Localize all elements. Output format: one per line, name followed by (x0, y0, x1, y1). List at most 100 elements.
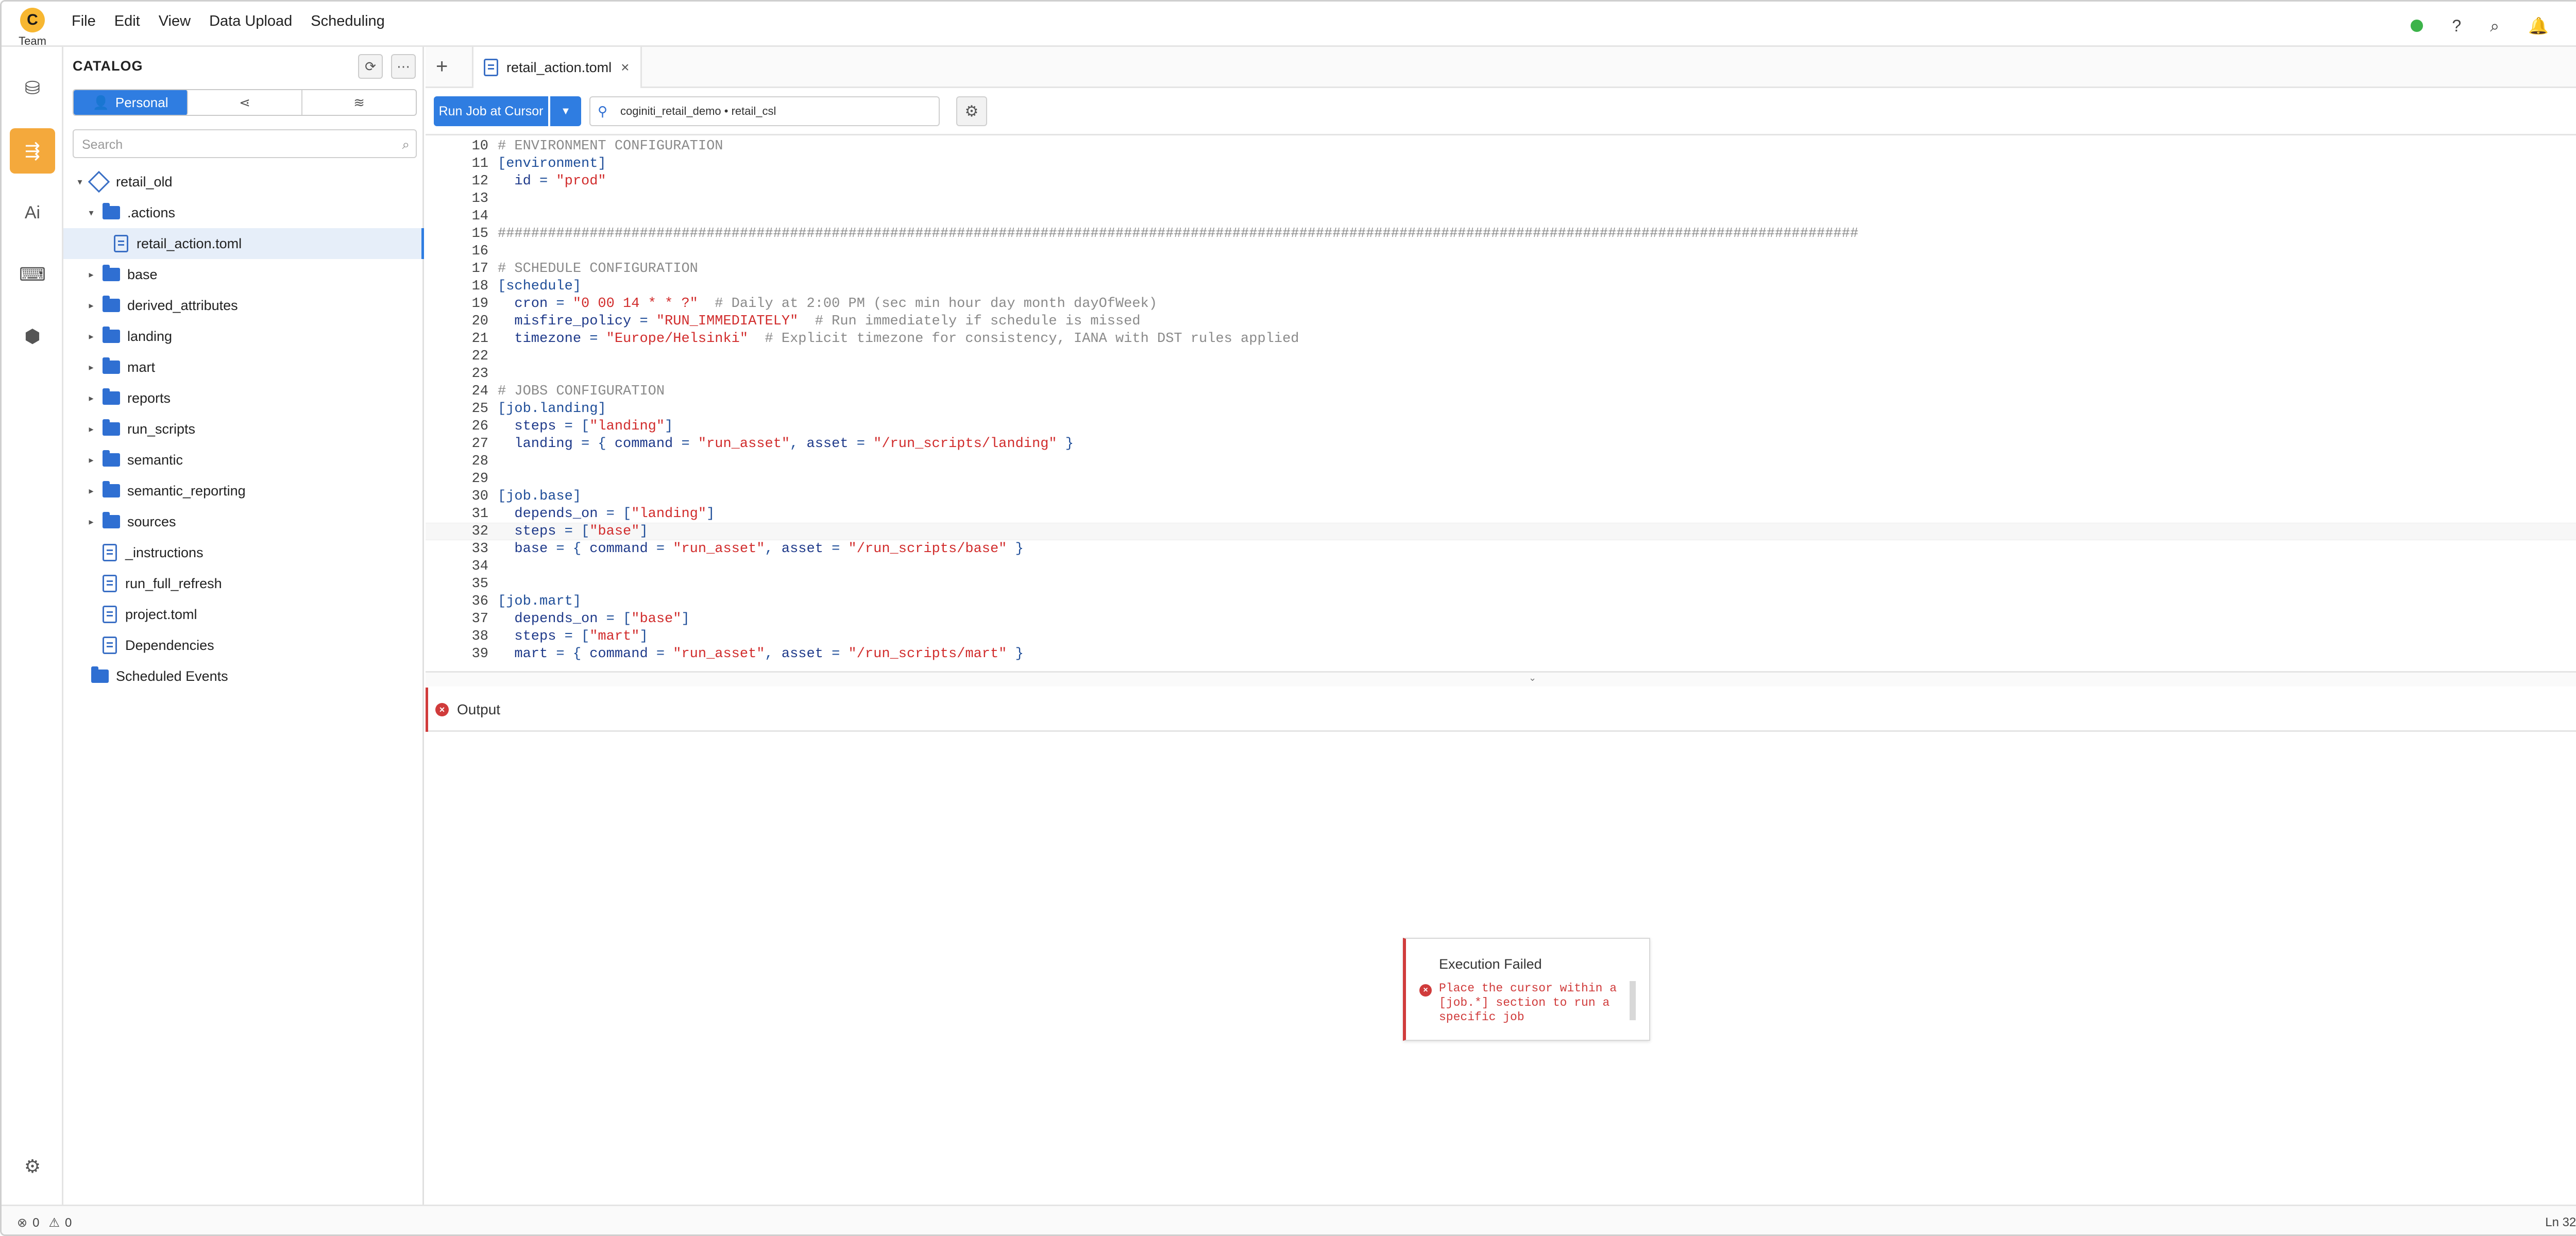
tree-item[interactable]: ▸ derived_attributes (63, 290, 424, 321)
editor-toolbar: Run Job at Cursor ▼ ⚲ coginiti_retail_de… (426, 88, 2576, 135)
chevron-down-icon[interactable]: ▾ (74, 177, 86, 187)
more-icon[interactable]: ⋯ (391, 54, 416, 79)
tree-item[interactable]: ▸ reports (63, 383, 424, 414)
shared-tab[interactable]: ⋖ (188, 90, 302, 115)
error-scrollbar[interactable] (1630, 981, 1636, 1020)
file-icon (114, 235, 128, 252)
catalog-icon[interactable]: ⇶ (10, 128, 55, 174)
chevron-right-icon[interactable]: ▸ (85, 455, 97, 466)
tree-item[interactable]: ▸ mart (63, 352, 424, 383)
line-number: 29 (471, 471, 488, 487)
code-line[interactable]: 10 # ENVIRONMENT CONFIGURATION (426, 138, 2576, 155)
tree-item[interactable]: Dependencies (63, 630, 424, 661)
tree-item-label: retail_action.toml (137, 235, 242, 251)
code-line[interactable]: 25 [job.landing] (426, 400, 2576, 418)
chevron-right-icon[interactable]: ▸ (85, 393, 97, 404)
package-icon[interactable]: ⬢ (10, 314, 55, 359)
code-line[interactable]: 17 # SCHEDULE CONFIGURATION (426, 260, 2576, 278)
code-editor[interactable]: 10 # ENVIRONMENT CONFIGURATION 11 [environm… (426, 138, 2576, 671)
catalog-search-input[interactable]: Search ⌕ (73, 129, 417, 158)
tree-item[interactable]: ▸ semantic_reporting (63, 475, 424, 506)
new-tab-icon[interactable]: + (436, 55, 448, 78)
code-line[interactable]: 29 (426, 470, 2576, 488)
code-text: # SCHEDULE CONFIGURATION (498, 261, 698, 277)
tree-item-label: run_scripts (127, 421, 196, 437)
code-icon[interactable]: ⌨ (10, 252, 55, 297)
chevron-right-icon[interactable]: ▸ (85, 269, 97, 280)
chevron-right-icon[interactable]: ▸ (85, 300, 97, 311)
tree-item[interactable]: project.toml (63, 599, 424, 630)
code-line[interactable]: 21 timezone = "Europe/Helsinki" # Explic… (426, 330, 2576, 348)
code-line[interactable]: 24 # JOBS CONFIGURATION (426, 383, 2576, 400)
menu-scheduling[interactable]: Scheduling (311, 13, 385, 30)
tree-item[interactable]: _instructions (63, 537, 424, 568)
code-line[interactable]: 37 depends_on = ["base"] (426, 610, 2576, 628)
code-line[interactable]: 38 steps = ["mart"] (426, 628, 2576, 645)
code-line[interactable]: 12 id = "prod" (426, 173, 2576, 190)
tree-item[interactable]: ▾ retail_old (63, 166, 424, 197)
code-line[interactable]: 22 (426, 348, 2576, 365)
menu-edit[interactable]: Edit (114, 13, 140, 30)
chevron-right-icon[interactable]: ▸ (85, 362, 97, 373)
tree-item[interactable]: ▸ run_scripts (63, 414, 424, 444)
tree-item[interactable]: retail_action.toml (63, 228, 424, 259)
settings-icon[interactable]: ⚙ (10, 1144, 55, 1189)
code-line[interactable]: 31 depends_on = ["landing"] (426, 505, 2576, 523)
code-line[interactable]: 27 landing = { command = "run_asset", as… (426, 435, 2576, 453)
chevron-right-icon[interactable]: ▸ (85, 517, 97, 527)
layers-tab[interactable]: ≋ (302, 90, 416, 115)
output-tab[interactable]: × Output (426, 688, 508, 732)
code-line[interactable]: 32 steps = ["base"] (426, 523, 2576, 540)
tree-item[interactable]: ▸ base (63, 259, 424, 290)
chevron-right-icon[interactable]: ▸ (85, 331, 97, 342)
code-line[interactable]: 30 [job.base] (426, 488, 2576, 505)
code-line[interactable]: 28 (426, 453, 2576, 470)
code-line[interactable]: 20 misfire_policy = "RUN_IMMEDIATELY" # … (426, 313, 2576, 330)
connection-selector[interactable]: ⚲ coginiti_retail_demo • retail_csl (589, 96, 940, 126)
tree-item[interactable]: Scheduled Events (63, 661, 424, 692)
ai-icon[interactable]: Ai (10, 190, 55, 235)
code-line[interactable]: 33 base = { command = "run_asset", asset… (426, 540, 2576, 558)
menu-view[interactable]: View (159, 13, 191, 30)
tree-item[interactable]: ▸ sources (63, 506, 424, 537)
code-line[interactable]: 36 [job.mart] (426, 593, 2576, 610)
chevron-right-icon[interactable]: ▸ (85, 424, 97, 435)
menu-file[interactable]: File (72, 13, 96, 30)
personal-tab[interactable]: 👤 Personal (74, 90, 188, 115)
tree-item[interactable]: ▸ semantic (63, 444, 424, 475)
help-icon[interactable]: ? (2452, 18, 2461, 34)
close-icon[interactable]: × (621, 59, 629, 76)
panel-resize-handle[interactable]: ⌄ (426, 671, 2576, 686)
code-line[interactable]: 11 [environment] (426, 155, 2576, 173)
tree-item[interactable]: ▸ landing (63, 321, 424, 352)
code-line[interactable]: 35 (426, 575, 2576, 593)
database-icon[interactable]: ⛁ (10, 65, 55, 111)
menu-data-upload[interactable]: Data Upload (209, 13, 292, 30)
run-job-button[interactable]: Run Job at Cursor (434, 96, 548, 126)
code-line[interactable]: 15 ######################################… (426, 225, 2576, 243)
tab-retail-action[interactable]: retail_action.toml × (472, 47, 642, 88)
bell-icon[interactable]: 🔔 (2528, 18, 2549, 34)
code-line[interactable]: 34 (426, 558, 2576, 575)
run-options-dropdown[interactable]: ▼ (550, 96, 581, 126)
chevron-down-icon[interactable]: ▾ (85, 208, 97, 218)
problems-summary[interactable]: ⊗ 0 ⚠ 0 (17, 1215, 72, 1230)
code-line[interactable]: 26 steps = ["landing"] (426, 418, 2576, 435)
search-icon[interactable]: ⌕ (2490, 18, 2499, 34)
code-line[interactable]: 39 mart = { command = "run_asset", asset… (426, 645, 2576, 663)
line-number: 24 (471, 384, 488, 399)
code-line[interactable]: 14 (426, 208, 2576, 225)
coginiti-logo[interactable]: C (20, 8, 45, 32)
gear-icon[interactable]: ⚙ (956, 96, 987, 126)
code-line[interactable]: 19 cron = "0 00 14 * * ?" # Daily at 2:0… (426, 295, 2576, 313)
code-line[interactable]: 23 (426, 365, 2576, 383)
refresh-icon[interactable]: ⟳ (358, 54, 383, 79)
code-line[interactable]: 18 [schedule] (426, 278, 2576, 295)
tree-item[interactable]: ▾ .actions (63, 197, 424, 228)
folder-icon (103, 265, 120, 281)
file-icon (484, 59, 498, 76)
code-line[interactable]: 13 (426, 190, 2576, 208)
chevron-right-icon[interactable]: ▸ (85, 486, 97, 496)
code-line[interactable]: 16 (426, 243, 2576, 260)
tree-item[interactable]: run_full_refresh (63, 568, 424, 599)
